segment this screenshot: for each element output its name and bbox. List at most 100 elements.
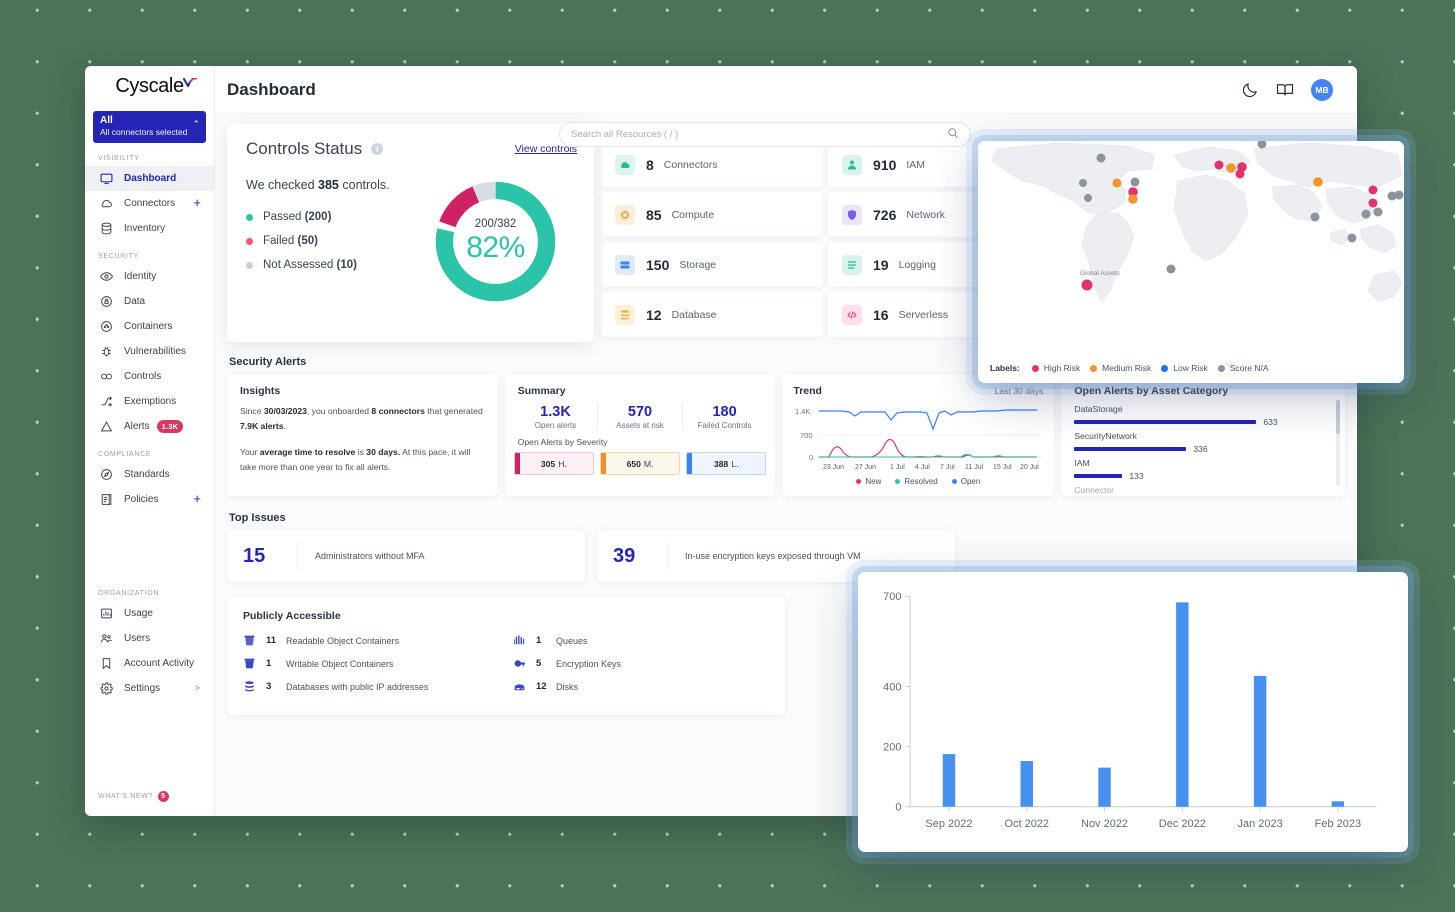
topbar: Dashboard MB xyxy=(215,66,1357,114)
summary-stat-label: Assets at risk xyxy=(616,421,664,430)
sidebar-item-account-activity[interactable]: Account Activity xyxy=(85,651,214,676)
docs-book-icon[interactable] xyxy=(1276,81,1294,99)
log-lines-icon xyxy=(842,254,862,275)
info-icon[interactable]: i xyxy=(371,143,384,155)
map-legend-label: Score N/A xyxy=(1229,363,1269,373)
severity-pill-medium[interactable]: 650 M. xyxy=(599,452,681,475)
map-legend-low-risk[interactable]: Low Risk xyxy=(1161,363,1208,373)
ins-t1: Since xyxy=(240,406,264,416)
severity-pill-low[interactable]: 388 L. xyxy=(686,452,767,475)
asset-category-scrollbar[interactable] xyxy=(1336,400,1340,486)
pub-label: Writable Object Containers xyxy=(286,658,394,669)
pub-item-databases-public-ip[interactable]: 3 Databases with public IP addresses xyxy=(243,680,513,693)
search-icon[interactable] xyxy=(947,126,959,144)
add-policy-button[interactable]: + xyxy=(193,492,201,505)
controls-donut-chart: 200/382 82% xyxy=(428,174,563,309)
legend-dot-icon xyxy=(1031,364,1039,372)
avatar[interactable]: MB xyxy=(1311,78,1333,101)
resource-tile-compute[interactable]: 85 Compute xyxy=(601,192,823,237)
dark-mode-icon[interactable] xyxy=(1241,81,1259,99)
bar-chart[interactable]: 0 200 400 700 Sep 2022 Oct 2022 Nov 2022 Dec 20… xyxy=(868,582,1394,844)
summary-stat-failed-controls: 180 Failed Controls xyxy=(683,404,767,430)
sidebar-item-inventory[interactable]: Inventory xyxy=(85,216,214,241)
code-icon xyxy=(842,304,862,325)
pub-item-queues[interactable]: 1 Queues xyxy=(513,634,783,647)
top-issues-section-title: Top Issues xyxy=(229,512,286,524)
sidebar-item-controls[interactable]: Controls xyxy=(85,364,214,389)
containers-icon xyxy=(98,319,114,335)
trend-legend-new[interactable]: New xyxy=(856,477,881,486)
search-bar[interactable] xyxy=(559,122,971,147)
whats-new-link[interactable]: WHAT'S NEW? 5 xyxy=(98,791,169,802)
bookmark-icon xyxy=(98,656,114,672)
branch-icon xyxy=(98,394,114,410)
bucket-icon xyxy=(243,657,258,670)
nav-section-security: SECURITY xyxy=(98,253,139,260)
database-icon xyxy=(615,304,635,325)
trend-legend-resolved[interactable]: Resolved xyxy=(895,477,938,486)
insights-paragraph-1: Since 30/03/2023, you onboarded 8 connec… xyxy=(240,404,485,434)
storage-icon xyxy=(615,254,635,275)
bucket-open-icon xyxy=(243,634,258,647)
resource-tile-storage[interactable]: 150 Storage xyxy=(601,242,823,287)
pub-label: Queues xyxy=(556,635,588,646)
sidebar-item-exemptions[interactable]: Exemptions xyxy=(85,389,214,414)
scrollbar-thumb[interactable] xyxy=(1336,400,1340,434)
sidebar-item-label: Settings xyxy=(124,683,161,694)
summary-stats: 1.3K Open alerts 570 Assets at risk 180 … xyxy=(514,404,767,430)
legend-dot-icon xyxy=(1090,364,1098,372)
sidebar-item-policies[interactable]: Policies + xyxy=(85,487,214,512)
severity-title: Open Alerts by Severity xyxy=(517,437,608,447)
legend-item-passed: Passed (200) xyxy=(246,211,426,223)
pub-item-readable-object-containers[interactable]: 11 Readable Object Containers xyxy=(243,634,513,647)
pub-item-encryption-keys[interactable]: 5 Encryption Keys xyxy=(513,657,783,670)
add-connector-button[interactable]: + xyxy=(193,196,201,209)
resource-tile-connectors[interactable]: 8 Connectors xyxy=(601,142,823,187)
map-legend-label: High Risk xyxy=(1043,363,1081,373)
search-input[interactable] xyxy=(571,129,947,140)
brand-logo[interactable]: Cyscale xyxy=(85,66,214,107)
sidebar-item-settings[interactable]: Settings > xyxy=(85,676,214,701)
asset-category-label: DataStorage xyxy=(1074,404,1123,414)
sidebar-item-standards[interactable]: Standards xyxy=(85,462,214,487)
sidebar-item-usage[interactable]: Usage xyxy=(85,601,214,626)
map-legend-score-na[interactable]: Score N/A xyxy=(1217,363,1269,373)
map-legend-medium-risk[interactable]: Medium Risk xyxy=(1090,363,1151,373)
chevron-updown-icon: ⌃ xyxy=(192,119,200,129)
resource-tile-database[interactable]: 12 Database xyxy=(601,292,823,337)
nav-section-visibility: VISIBILITY xyxy=(98,155,140,162)
sidebar-item-label: Containers xyxy=(124,321,173,332)
resource-count: 910 xyxy=(873,156,897,173)
map-legend-label: Low Risk xyxy=(1173,363,1208,373)
sidebar-item-identity[interactable]: Identity xyxy=(85,264,214,289)
severity-pill-high[interactable]: 305 H. xyxy=(513,452,594,475)
sidebar-item-label: Policies xyxy=(124,494,159,505)
sidebar-item-data[interactable]: Data xyxy=(85,289,214,314)
publicly-accessible-card: Publicly Accessible 11 Readable Object C… xyxy=(227,597,785,715)
sidebar-item-alerts[interactable]: Alerts 1.3K xyxy=(85,414,214,439)
asset-category-item: IAM 133 xyxy=(1074,458,1332,481)
monitor-icon xyxy=(98,171,114,187)
cloud-icon xyxy=(615,154,635,175)
pub-item-disks[interactable]: 12 Disks xyxy=(513,680,783,693)
map-legend-high-risk[interactable]: High Risk xyxy=(1031,363,1081,373)
legend-dot-icon xyxy=(246,261,253,269)
ins-date: 30/03/2023 xyxy=(263,406,307,416)
sidebar-item-containers[interactable]: Containers xyxy=(85,314,214,339)
sidebar-item-users[interactable]: Users xyxy=(85,626,214,651)
asset-category-title: Open Alerts by Asset Category xyxy=(1074,385,1229,397)
sidebar-item-vulnerabilities[interactable]: Vulnerabilities xyxy=(85,339,214,364)
sidebar-item-label: Dashboard xyxy=(124,173,177,184)
connector-selector[interactable]: All All connectors selected ⌃ xyxy=(93,111,206,143)
trend-legend-label: Resolved xyxy=(904,477,938,486)
pub-item-writable-object-containers[interactable]: 1 Writable Object Containers xyxy=(243,657,513,670)
resource-label: Network xyxy=(906,208,945,221)
world-map[interactable]: Global Assets xyxy=(978,141,1404,353)
sidebar-item-dashboard[interactable]: Dashboard xyxy=(85,166,214,191)
trend-legend-open[interactable]: Open xyxy=(951,477,980,486)
top-issue-count: 15 xyxy=(243,544,266,567)
top-issue-card[interactable]: 15 Administrators without MFA xyxy=(227,530,585,582)
sidebar-item-connectors[interactable]: Connectors + xyxy=(85,191,214,216)
trend-title: Trend xyxy=(793,385,822,397)
eye-icon xyxy=(98,269,114,285)
